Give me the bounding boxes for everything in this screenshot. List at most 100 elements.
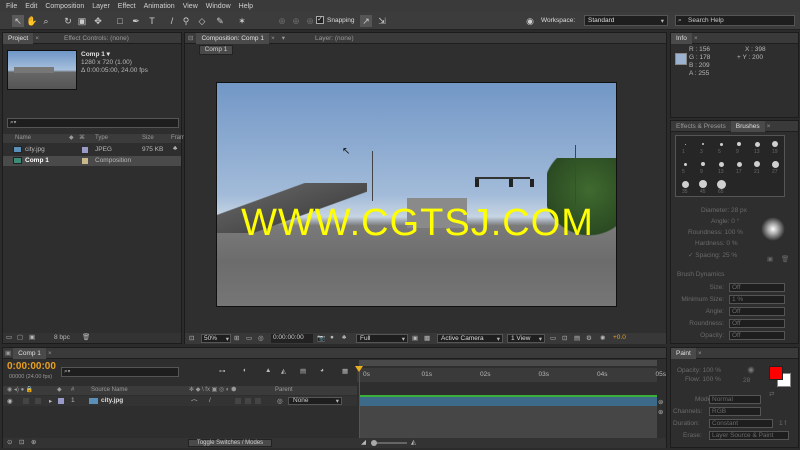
workspace-select[interactable]: Standard ▾ [584, 15, 668, 26]
menu-item[interactable]: Layer [92, 3, 110, 10]
selection-tool-icon[interactable]: ↖ [12, 15, 24, 27]
pen-tool-icon[interactable]: ✒ [130, 15, 142, 27]
world-axis-icon[interactable]: ⊕ [290, 15, 302, 27]
col-size[interactable]: Size [142, 135, 154, 141]
resolution-select[interactable]: Full ▾ [356, 334, 408, 343]
dynamics-select[interactable]: Off [729, 331, 785, 340]
magnification-select[interactable]: 50% ▾ [201, 334, 231, 343]
mask-visibility-icon[interactable]: ▭ [246, 334, 252, 342]
timeline-timecode[interactable]: 0:00:00:00 [7, 361, 56, 372]
brush-tip[interactable] [737, 142, 741, 146]
new-folder-icon[interactable]: ▢ [17, 333, 23, 341]
color-icon[interactable]: ♣ [342, 334, 346, 341]
rectangle-tool-icon[interactable]: □ [114, 15, 126, 27]
trash-icon[interactable]: 🗑 [82, 333, 90, 341]
timecode-field[interactable]: 0:00:00:00 [271, 334, 313, 343]
camera-snapshot-icon[interactable]: 📷 [317, 334, 325, 342]
brush-tip[interactable] [772, 141, 778, 147]
dynamics-select[interactable]: Off [729, 307, 785, 316]
brush-tip[interactable] [684, 143, 686, 145]
new-composition-icon[interactable]: ▣ [29, 333, 35, 341]
view-layout-select[interactable]: 1 View ▾ [507, 334, 545, 343]
hide-shy-icon[interactable]: ◭ [281, 367, 286, 375]
live-update-icon[interactable]: ◐ [243, 367, 247, 374]
menu-item[interactable]: Effect [118, 3, 136, 10]
switch-box[interactable] [255, 398, 261, 404]
camera-tool-icon[interactable]: ▣ [76, 15, 88, 27]
timeline-zoom-slider[interactable] [375, 442, 399, 444]
snap-options-icon[interactable]: ⇲ [376, 15, 388, 27]
snapping-checkbox[interactable]: ✓ [316, 16, 324, 24]
col-type[interactable]: Type [95, 135, 108, 141]
brush-tip[interactable] [754, 161, 760, 167]
dynamics-select[interactable]: Off [729, 319, 785, 328]
col-name[interactable]: Name [15, 135, 31, 141]
close-icon[interactable]: × [46, 348, 54, 359]
tab-project[interactable]: Project [3, 32, 34, 44]
clone-stamp-tool-icon[interactable]: ⚲ [180, 15, 192, 27]
menu-item[interactable]: File [6, 3, 17, 10]
close-icon[interactable]: × [269, 33, 277, 44]
layer-label-swatch[interactable] [58, 398, 64, 404]
pan-behind-tool-icon[interactable]: ✥ [92, 15, 104, 27]
in-out-icon[interactable]: ⊕ [31, 438, 36, 446]
project-row[interactable]: Comp 1 Composition [3, 156, 181, 166]
always-preview-icon[interactable]: ⊡ [189, 334, 194, 342]
bpc-label[interactable]: 8 bpc [54, 334, 70, 341]
save-brush-icon[interactable]: ▣ [767, 255, 773, 263]
expand-layer-icon[interactable]: ▸ [49, 397, 52, 405]
brush-tip[interactable] [683, 162, 687, 166]
menu-item[interactable]: Help [239, 3, 253, 10]
transfer-controls-icon[interactable]: ⊡ [19, 438, 24, 446]
view-axis-icon[interactable]: ⊕ [304, 15, 316, 27]
camera-select[interactable]: Active Camera ▾ [437, 334, 503, 343]
zoom-out-icon[interactable]: ◢ [361, 438, 366, 446]
brush-tip[interactable] [716, 179, 726, 189]
exposure-value[interactable]: +0.0 [613, 334, 626, 341]
brush-tip[interactable] [699, 180, 707, 188]
menu-item[interactable]: View [183, 3, 198, 10]
menu-item[interactable]: Animation [144, 3, 175, 10]
layer-row[interactable]: ◉ ▸ 1 city.jpg ⌒ / ◎ None ▾ [3, 396, 357, 407]
tab-composition[interactable]: Composition: Comp 1 [196, 32, 269, 44]
snapshot-icon[interactable]: ◎ [258, 334, 264, 342]
lock-toggle[interactable] [35, 398, 41, 404]
timeline-scroll-icon[interactable]: ⊛ [658, 408, 663, 416]
tab-brushes[interactable]: Brushes [730, 120, 765, 132]
dynamics-select[interactable]: Off [729, 283, 785, 292]
current-time-indicator[interactable] [359, 366, 360, 440]
brush-tip[interactable] [771, 160, 779, 168]
motion-blur-icon[interactable]: ◕ [320, 367, 324, 374]
search-help-field[interactable]: ⌕ Search Help [675, 15, 795, 26]
zoom-tool-icon[interactable]: ⌕ [40, 15, 52, 27]
swap-colors-icon[interactable]: ⇄ [769, 390, 774, 398]
paint-channels-select[interactable]: RGB [709, 407, 761, 416]
paint-erase-select[interactable]: Layer Source & Paint [709, 431, 789, 440]
eraser-tool-icon[interactable]: ◇ [196, 15, 208, 27]
dynamics-select[interactable]: 1 % [729, 295, 785, 304]
roto-brush-tool-icon[interactable]: ✎ [214, 15, 226, 27]
brush-tip[interactable] [754, 141, 760, 147]
hand-tool-icon[interactable]: ✋ [26, 15, 38, 27]
toggle-pixel-aspect-icon[interactable]: ▭ [550, 334, 556, 342]
fast-previews-icon[interactable]: ⊡ [562, 334, 567, 342]
comp-navigator-button[interactable]: Comp 1 [199, 45, 233, 55]
brush-tool-icon[interactable]: / [166, 15, 178, 27]
quality-switch-icon[interactable]: / [209, 397, 211, 404]
parent-select[interactable]: None ▾ [288, 397, 342, 405]
layer-duration-bar[interactable] [359, 395, 657, 406]
work-area-bar[interactable] [359, 360, 657, 366]
axis-mode-icon[interactable]: ⊕ [276, 15, 288, 27]
brush-tip[interactable] [701, 162, 705, 166]
timeline-zoom-handle[interactable] [371, 440, 377, 446]
puppet-tool-icon[interactable]: ✶ [236, 15, 248, 27]
brush-tip[interactable] [702, 143, 704, 145]
brush-tip[interactable] [736, 161, 742, 167]
timeline-icon[interactable]: ▤ [574, 334, 580, 342]
paint-duration-select[interactable]: Constant [709, 419, 773, 428]
tab-layer[interactable]: Layer: (none) [310, 33, 359, 44]
brush-tips-grid[interactable]: 1 3 5 9 13 19 5 9 13 17 21 27 35 45 65 [675, 135, 785, 197]
menu-item[interactable]: Window [206, 3, 231, 10]
pick-whip-icon[interactable]: ◎ [277, 397, 283, 405]
spacing-check-icon[interactable]: ✓ [688, 252, 693, 259]
